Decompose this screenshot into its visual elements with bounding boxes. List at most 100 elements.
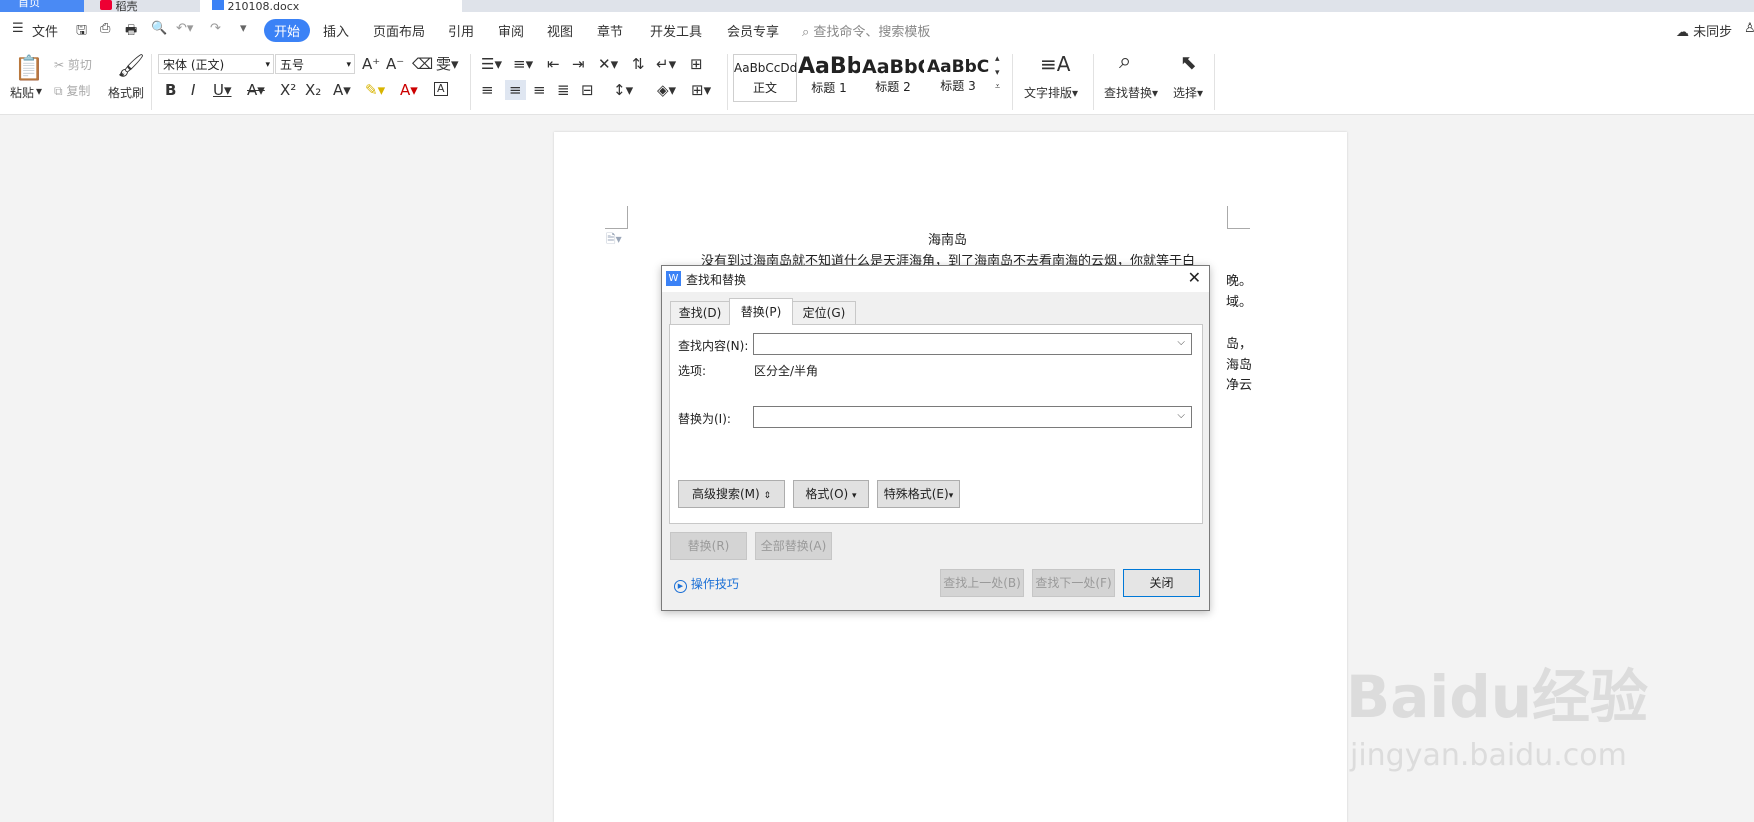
format-painter-icon[interactable]: 🖌 (117, 56, 145, 78)
italic-icon[interactable]: I (191, 82, 195, 98)
highlight-icon[interactable]: ✎▾ (365, 82, 385, 98)
font-size-select[interactable]: 五号 ▾ (275, 54, 355, 74)
superscript-icon[interactable]: X² (280, 82, 296, 98)
tab-home[interactable]: 首页 (0, 0, 84, 12)
shading-icon[interactable]: ◈▾ (657, 82, 676, 98)
menu-page-layout[interactable]: 页面布局 (373, 21, 425, 40)
wps-writer-icon: W (666, 271, 681, 286)
paragraph-doc-icon[interactable]: 🗎▾ (606, 230, 622, 251)
special-format-label: 特殊格式(E) (883, 487, 949, 501)
underline-icon[interactable]: U▾ (213, 82, 232, 98)
find-previous-button[interactable]: 查找上一处(B) (940, 569, 1024, 597)
save-icon[interactable]: 🖫 (76, 21, 87, 43)
tab-current-doc[interactable]: 210108.docx (200, 0, 462, 12)
print-preview-icon[interactable]: 🔍 (151, 21, 167, 36)
replace-button[interactable]: 替换(R) (670, 532, 747, 560)
menu-review[interactable]: 审阅 (498, 21, 524, 40)
export-pdf-icon[interactable]: ⎙ (100, 21, 110, 36)
format-painter-button[interactable]: 格式刷 (108, 84, 144, 101)
bullet-list-icon[interactable]: ☰▾ (481, 56, 502, 72)
align-right-icon[interactable]: ≡ (533, 82, 546, 98)
subscript-icon[interactable]: X₂ (305, 82, 321, 98)
find-content-input[interactable]: ⌵ (753, 333, 1192, 355)
close-icon[interactable]: ✕ (1188, 268, 1201, 287)
shrink-font-icon[interactable]: A⁻ (386, 56, 404, 72)
tab-replace[interactable]: 替换(P) (729, 298, 793, 325)
style-normal[interactable]: AaBbCcDd 正文 (733, 54, 797, 102)
menu-developer-tools[interactable]: 开发工具 (650, 21, 702, 40)
tab-find[interactable]: 查找(D) (670, 301, 730, 324)
style-heading-3[interactable]: AaBbC 标题 3 (927, 54, 989, 100)
line-spacing-icon[interactable]: ↕▾ (613, 82, 633, 98)
menu-references[interactable]: 引用 (448, 21, 474, 40)
account-icon[interactable]: ♙ (1744, 21, 1754, 36)
format-button[interactable]: 格式(O) ▾ (793, 480, 869, 508)
align-center-icon[interactable]: ≡ (505, 80, 526, 100)
paste-dropdown-icon[interactable]: ▾ (36, 84, 42, 98)
find-next-button[interactable]: 查找下一处(F) (1032, 569, 1115, 597)
magnifier-icon[interactable]: ⌕ (1119, 51, 1131, 73)
copy-icon: ⧉ (54, 84, 63, 98)
tips-link[interactable]: ▶ 操作技巧 (674, 575, 739, 593)
align-left-icon[interactable]: ≡ (481, 82, 494, 98)
hamburger-menu-icon[interactable]: ☰ (12, 21, 24, 36)
font-color-icon[interactable]: A▾ (400, 82, 418, 98)
find-replace-button[interactable]: 查找替换▾ (1104, 84, 1158, 101)
strikethrough-icon[interactable]: A▾ (247, 82, 265, 98)
paste-button[interactable]: 粘贴 (10, 84, 34, 101)
menu-home[interactable]: 开始 (264, 19, 311, 42)
style-heading-1[interactable]: AaBb 标题 1 (798, 54, 860, 100)
distributed-align-icon[interactable]: ⊟ (581, 82, 594, 98)
replace-with-input[interactable]: ⌵ (753, 406, 1192, 428)
cut-button[interactable]: ✂ 剪切 (54, 56, 92, 73)
grow-font-icon[interactable]: A⁺ (362, 56, 380, 72)
dialog-close-button[interactable]: 关闭 (1123, 569, 1200, 597)
font-name-value: 宋体 (正文) (163, 58, 225, 72)
undo-icon[interactable]: ↶▾ (176, 21, 193, 36)
text-layout-icon[interactable]: ≡A (1040, 54, 1070, 74)
justify-icon[interactable]: ≣ (557, 82, 570, 98)
text-layout-button[interactable]: 文字排版▾ (1024, 84, 1078, 101)
special-format-button[interactable]: 特殊格式(E)▾ (877, 480, 960, 508)
numbered-list-icon[interactable]: ≡▾ (513, 56, 533, 72)
clear-format-icon[interactable]: ⌫ (412, 56, 433, 72)
scissors-icon: ✂ (54, 58, 65, 72)
advanced-search-button[interactable]: 高级搜索(M) ⇕ (678, 480, 785, 508)
chevron-down-icon[interactable]: ⌵ (1177, 410, 1185, 421)
chinese-layout-icon[interactable]: ✕▾ (598, 56, 618, 72)
menu-member[interactable]: 会员专享 (727, 21, 779, 40)
bold-icon[interactable]: B (165, 82, 176, 98)
print-icon[interactable]: 🖶 (125, 21, 137, 43)
character-border-icon[interactable]: A (434, 82, 448, 96)
menu-chapter[interactable]: 章节 (597, 21, 623, 40)
cursor-select-icon[interactable]: ⬉ (1180, 52, 1197, 72)
menu-view[interactable]: 视图 (547, 21, 573, 40)
table-grid-icon[interactable]: ⊞ (690, 56, 703, 72)
font-name-select[interactable]: 宋体 (正文) ▾ (158, 54, 274, 74)
style-heading-2-preview: AaBbC (862, 56, 924, 78)
quick-access-dropdown-icon[interactable]: ▾ (240, 21, 247, 36)
text-effect-icon[interactable]: A▾ (333, 82, 351, 98)
command-search[interactable]: ⌕ 查找命令、搜索模板 (802, 21, 930, 40)
copy-button[interactable]: ⧉ 复制 (54, 82, 90, 99)
dialog-title-bar[interactable]: W 查找和替换 ✕ (662, 266, 1209, 292)
file-menu[interactable]: 文件 (32, 21, 58, 40)
tab-docer[interactable]: 稻壳 (80, 0, 210, 12)
select-button[interactable]: 选择▾ (1173, 84, 1203, 101)
chevron-down-icon[interactable]: ⌵ (1177, 337, 1185, 348)
tab-goto[interactable]: 定位(G) (792, 301, 856, 324)
borders-icon[interactable]: ⊞▾ (691, 82, 711, 98)
style-heading-2[interactable]: AaBbC 标题 2 (862, 54, 924, 100)
paragraph-marks-icon[interactable]: ↵▾ (656, 56, 676, 72)
decrease-indent-icon[interactable]: ⇤ (547, 56, 560, 72)
paste-icon[interactable]: 📋 (14, 56, 44, 80)
replace-all-button[interactable]: 全部替换(A) (755, 532, 832, 560)
increase-indent-icon[interactable]: ⇥ (572, 56, 585, 72)
redo-icon[interactable]: ↷ (210, 21, 221, 36)
sync-status[interactable]: ☁ 未同步 (1676, 21, 1732, 40)
phonetic-guide-icon[interactable]: 雯▾ (436, 56, 459, 72)
docer-icon (100, 0, 112, 10)
menu-insert[interactable]: 插入 (323, 21, 349, 40)
sort-icon[interactable]: ⇅ (632, 56, 645, 72)
styles-scroll-icon[interactable]: ▴ ▾ ⩡ (995, 52, 1000, 94)
